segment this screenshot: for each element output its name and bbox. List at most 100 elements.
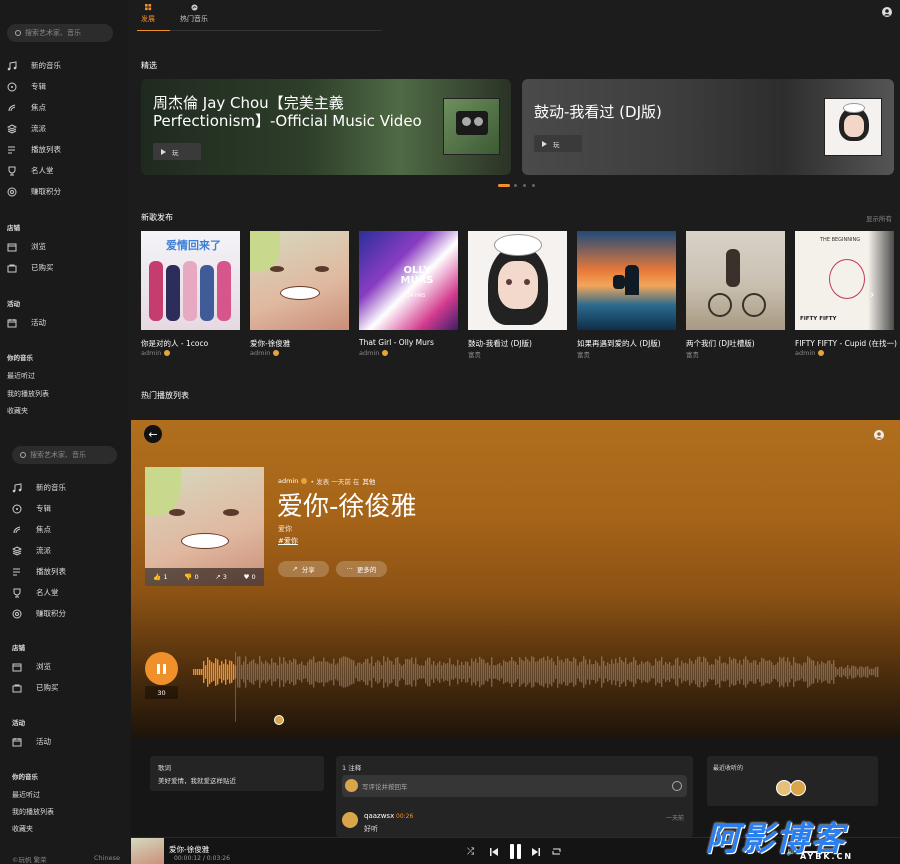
shuffle-icon[interactable]: ⤮ (467, 847, 474, 857)
release-title[interactable]: 爱你-徐俊雅 (250, 338, 349, 349)
sidebar-item-activity[interactable]: 活动 (7, 317, 46, 328)
sidebar-item-focus[interactable]: 焦点 (7, 102, 46, 113)
disc-icon (7, 82, 17, 91)
tab-discover[interactable]: 发展 (141, 4, 155, 24)
sidebar-item-albums[interactable]: 专辑 (7, 81, 46, 92)
release-title[interactable]: FIFTY FIFTY - Cupid (在找一) (795, 338, 900, 349)
waveform-bar (601, 656, 603, 688)
release-cover[interactable] (250, 231, 349, 330)
featured-card-jay-chou[interactable]: 周杰倫 Jay Chou【完美主義 Perfectionism】-Officia… (141, 79, 511, 175)
sidebar-item-purchased[interactable]: 已购买 (7, 262, 54, 273)
sidebar-item-browse[interactable]: 浏览 (12, 661, 51, 672)
release-cover[interactable] (468, 231, 567, 330)
show-all-link[interactable]: 显示所有 (866, 213, 892, 223)
sidebar-item-activity[interactable]: 活动 (12, 736, 51, 747)
sidebar-item-favorites[interactable]: 收藏夹 (12, 824, 33, 834)
language-selector[interactable]: Chinese (94, 854, 120, 862)
sidebar-item-genres[interactable]: 流派 (12, 545, 51, 556)
waveform-bar (835, 667, 837, 677)
artist-link[interactable]: admin (278, 477, 298, 485)
comment-user[interactable]: qaazwsx (364, 812, 394, 820)
release-cover[interactable]: 爱情回来了 (141, 231, 240, 330)
sidebar-item-earn-points[interactable]: 赚取积分 (12, 608, 66, 619)
carousel-dot-active[interactable] (498, 184, 510, 187)
avatar[interactable] (790, 780, 806, 796)
release-title[interactable]: 你是对的人 - 1coco (141, 338, 240, 349)
waveform-bar (399, 663, 401, 681)
like-button[interactable]: 👍 1 (153, 573, 167, 581)
waveform-bar (469, 665, 471, 679)
sidebar-item-hall-of-fame[interactable]: 名人堂 (12, 587, 59, 598)
carousel-dot[interactable] (532, 184, 535, 187)
carousel-dot[interactable] (514, 184, 517, 187)
featured-play-button[interactable]: 玩 (534, 135, 582, 152)
share-count[interactable]: ↗ 3 (215, 573, 227, 581)
release-title[interactable]: 如果再遇到爱的人 (DJ版) (577, 338, 676, 349)
search-input[interactable]: 搜索艺术家、音乐 (12, 446, 117, 464)
sidebar-item-new-music[interactable]: 新的音乐 (7, 60, 61, 71)
back-arrow-icon[interactable]: ← (144, 425, 162, 443)
repeat-icon[interactable] (551, 847, 562, 856)
release-title[interactable]: 两个我们 (DJ吐槽版) (686, 338, 785, 349)
release-artist[interactable]: 富贵 (577, 349, 590, 359)
release-artist[interactable]: admin (250, 349, 280, 357)
popular-playlists-heading: 热门播放列表 (141, 391, 189, 400)
waveform-bar (663, 664, 665, 680)
sidebar-item-playlists[interactable]: 播放列表 (12, 566, 66, 577)
pause-button[interactable] (145, 652, 178, 685)
carousel-dot[interactable] (523, 184, 526, 187)
waveform-bar (391, 661, 393, 683)
release-cover[interactable]: OLLY MURS 24 HRS (359, 231, 458, 330)
release-artist[interactable]: 富贵 (686, 349, 699, 359)
featured-play-button[interactable]: 玩 (153, 143, 201, 160)
player-title[interactable]: 爱你-徐俊雅 (169, 844, 209, 855)
emoji-icon[interactable] (672, 781, 682, 791)
activity-heading: 活动 (12, 719, 25, 727)
share-button[interactable]: ↗ 分享 (278, 561, 329, 577)
tab-trending[interactable]: 热门音乐 (180, 4, 208, 24)
sidebar-item-genres[interactable]: 流派 (7, 123, 46, 134)
pause-icon[interactable] (509, 844, 522, 859)
category-link[interactable]: 其他 (362, 476, 375, 486)
comment-avatar[interactable] (342, 812, 358, 828)
user-account-icon[interactable] (874, 430, 884, 440)
waveform-bar (273, 662, 275, 682)
release-title[interactable]: That Girl - Olly Murs (359, 338, 458, 347)
sidebar-item-hall-of-fame[interactable]: 名人堂 (7, 165, 54, 176)
release-artist[interactable]: admin (359, 349, 389, 357)
waveform-bar (573, 657, 575, 687)
sidebar-item-earn-points[interactable]: 赚取积分 (7, 186, 61, 197)
release-artist[interactable]: 富贵 (468, 349, 481, 359)
sidebar-item-focus[interactable]: 焦点 (12, 524, 51, 535)
sidebar-item-albums[interactable]: 专辑 (12, 503, 51, 514)
user-account-icon[interactable] (882, 7, 892, 17)
next-icon[interactable] (532, 848, 540, 856)
favorite-button[interactable]: ♥ 0 (244, 573, 256, 581)
sidebar-item-new-music[interactable]: 新的音乐 (12, 482, 66, 493)
comment-timestamp[interactable]: 00:26 (396, 813, 413, 820)
release-artist[interactable]: admin (141, 349, 171, 357)
featured-card-dj[interactable]: 鼓动-我看过 (DJ版) 玩 (522, 79, 894, 175)
sidebar-item-browse[interactable]: 浏览 (7, 241, 46, 252)
chevron-right-icon[interactable]: › (870, 288, 874, 301)
release-artist[interactable]: admin (795, 349, 825, 357)
sidebar-item-favorites[interactable]: 收藏夹 (7, 406, 28, 416)
sidebar-item-recently-played[interactable]: 最近听过 (12, 790, 40, 800)
more-button[interactable]: ··· 更多的 (336, 561, 387, 577)
sidebar-item-my-playlists[interactable]: 我的播放列表 (12, 807, 54, 817)
waveform[interactable] (193, 652, 879, 692)
comment-input[interactable]: 写评论并按回车 (342, 775, 687, 797)
sidebar-item-purchased[interactable]: 已购买 (12, 682, 59, 693)
release-cover[interactable] (686, 231, 785, 330)
release-cover[interactable] (577, 231, 676, 330)
search-input[interactable]: 搜索艺术家、音乐 (7, 24, 113, 42)
previous-icon[interactable] (490, 848, 498, 856)
sidebar-item-recently-played[interactable]: 最近听过 (7, 371, 35, 381)
commenter-avatar-marker[interactable] (274, 715, 284, 725)
waveform-bar (377, 660, 379, 684)
sidebar-item-playlists[interactable]: 播放列表 (7, 144, 61, 155)
release-title[interactable]: 鼓动-我看过 (DJ版) (468, 338, 567, 349)
sidebar-item-my-playlists[interactable]: 我的播放列表 (7, 389, 49, 399)
dislike-button[interactable]: 👎 0 (184, 573, 198, 581)
song-tag[interactable]: #爱你 (278, 536, 298, 546)
